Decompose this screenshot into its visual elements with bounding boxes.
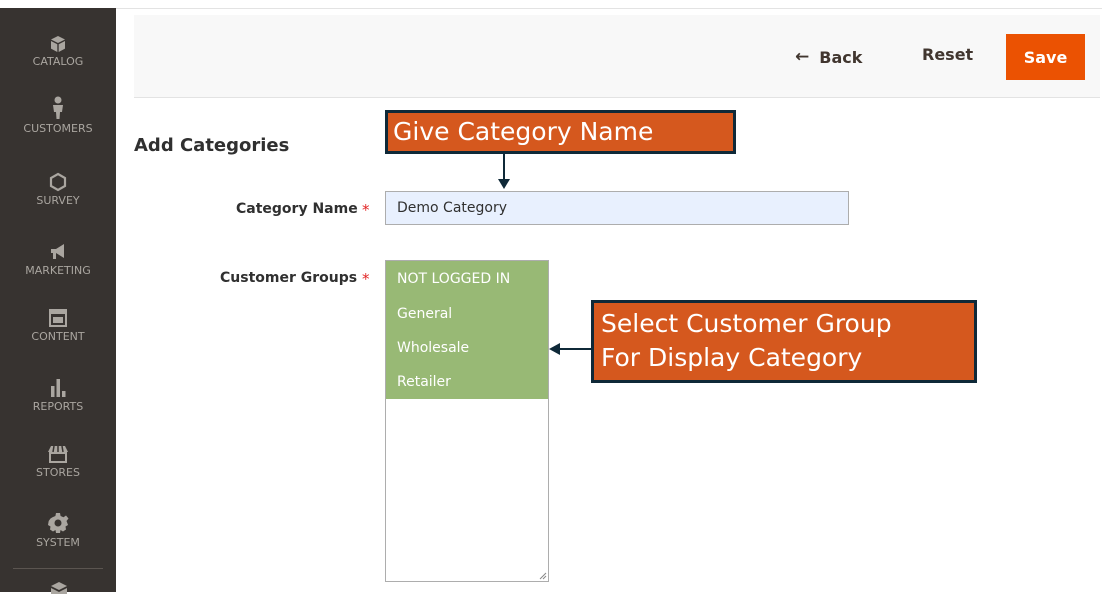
page-title: Add Categories [134, 135, 290, 156]
resize-grip-icon[interactable] [538, 571, 547, 580]
back-label: Back [819, 47, 863, 67]
sidebar-item-system[interactable]: SYSTEM [0, 512, 116, 574]
option-retailer[interactable]: Retailer [386, 365, 548, 399]
sidebar-item-label: REPORTS [32, 400, 84, 413]
sidebar-item-reports[interactable]: REPORTS [0, 376, 116, 438]
reports-icon [51, 379, 66, 397]
sidebar-item-catalog[interactable]: CATALOG [0, 35, 116, 97]
sidebar-item-label: CATALOG [32, 55, 84, 68]
marketing-icon [51, 244, 64, 259]
sidebar-item-label: STORES [36, 466, 80, 479]
sidebar-item-marketing[interactable]: MARKETING [0, 242, 116, 304]
sidebar-divider [13, 568, 103, 569]
sidebar-item-label: SURVEY [36, 194, 80, 207]
catalog-icon [51, 36, 65, 52]
sidebar-item-customers[interactable]: CUSTOMERS [0, 96, 116, 158]
top-border [116, 8, 1102, 9]
customer-groups-label: Customer Groups [220, 270, 358, 286]
sidebar-item-label: SYSTEM [36, 536, 80, 549]
sidebar-item-survey[interactable]: SURVEY [0, 172, 116, 234]
sidebar-item-label: CONTENT [31, 330, 85, 343]
extensions-icon[interactable] [50, 582, 68, 594]
required-mark: * [362, 270, 370, 288]
back-button[interactable]: ← Back [795, 45, 862, 69]
annotation-line-1: Select Customer Group [601, 309, 892, 338]
admin-sidebar: CATALOG CUSTOMERS SURVEY MARKETING CONTE… [0, 8, 116, 594]
category-name-label: Category Name [236, 201, 358, 217]
option-general[interactable]: General [386, 297, 548, 331]
content-icon [49, 309, 67, 327]
system-icon [48, 513, 69, 533]
option-wholesale[interactable]: Wholesale [386, 331, 548, 365]
sidebar-item-content[interactable]: CONTENT [0, 308, 116, 370]
required-mark: * [362, 201, 370, 219]
arrow-down-head [498, 179, 510, 189]
arrow-left-icon: ← [795, 47, 810, 67]
arrow-left-head [549, 343, 560, 355]
sidebar-item-stores[interactable]: STORES [0, 444, 116, 506]
option-not-logged-in[interactable]: NOT LOGGED IN [386, 261, 548, 297]
annotation-category-name: Give Category Name [385, 110, 736, 154]
save-button[interactable]: Save [1006, 34, 1085, 80]
category-name-input[interactable] [385, 191, 849, 225]
sidebar-item-label: MARKETING [25, 264, 91, 277]
survey-icon [49, 172, 67, 192]
annotation-customer-group: Select Customer Group For Display Catego… [591, 300, 977, 383]
annotation-line-2: For Display Category [601, 343, 863, 372]
customers-icon [53, 96, 63, 119]
customer-groups-multiselect[interactable]: NOT LOGGED IN General Wholesale Retailer [385, 260, 549, 582]
sidebar-item-label: CUSTOMERS [23, 122, 93, 135]
stores-icon [48, 445, 68, 463]
reset-button[interactable]: Reset [922, 45, 973, 69]
